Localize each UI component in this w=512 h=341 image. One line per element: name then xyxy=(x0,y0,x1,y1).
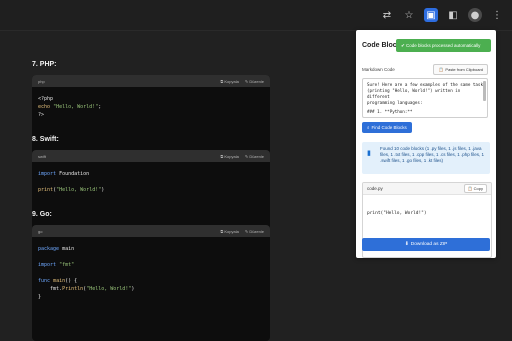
file-header: code.py 📋 Copy xyxy=(363,183,491,195)
markdown-label: Markdown Code xyxy=(362,67,395,72)
star-icon[interactable]: ☆ xyxy=(402,8,416,22)
markdown-line: ### 1. **Python:** xyxy=(367,109,413,114)
paste-clipboard-button[interactable]: 📋 Paste from Clipboard xyxy=(433,64,488,75)
chart-icon: ▮ xyxy=(367,150,371,157)
toast-text: Code blocks processed automatically xyxy=(406,43,481,48)
code-line: echo "Hello, World!"; xyxy=(38,104,102,110)
copy-code-button[interactable]: ⧉ Kopyala xyxy=(220,79,238,84)
browser-toolbar: ⇄ ☆ ▣ ◧ ● ⋮ xyxy=(0,0,512,31)
code-body: package main import "fmt" func main() { … xyxy=(32,237,270,309)
find-label: Find Code Blocks xyxy=(371,125,407,130)
section-title-go: 9. Go: xyxy=(32,211,52,218)
more-icon[interactable]: ⋮ xyxy=(490,8,504,22)
copy-label: Kopyala xyxy=(224,228,239,234)
edit-code-button[interactable]: ✎ Düzenle xyxy=(245,229,264,234)
copy-label: Copy xyxy=(473,186,483,191)
toolbar-icons: ⇄ ☆ ▣ ◧ ● ⋮ xyxy=(380,8,504,22)
code-line: import Foundation xyxy=(38,171,90,177)
edit-label: Düzenle xyxy=(249,228,264,234)
code-body: import Foundation print("Hello, World!") xyxy=(32,162,270,202)
code-line: package main xyxy=(38,246,75,252)
markdown-textarea[interactable]: Sure! Here are a few examples of the sam… xyxy=(362,78,488,118)
translate-icon[interactable]: ⇄ xyxy=(380,8,394,22)
code-line: func main() { xyxy=(38,278,78,284)
edit-code-button[interactable]: ✎ Düzenle xyxy=(245,154,264,159)
markdown-line: (printing "Hello, World!") written in di… xyxy=(367,88,461,99)
edit-label: Düzenle xyxy=(249,78,264,84)
find-code-blocks-button[interactable]: ⌕ Find Code Blocks xyxy=(362,122,412,133)
download-label: Download as ZIP xyxy=(410,242,448,247)
paste-label: Paste from Clipboard xyxy=(445,67,483,72)
section-title-swift: 8. Swift: xyxy=(32,136,59,143)
edit-label: Düzenle xyxy=(249,153,264,159)
code-line: ?> xyxy=(38,112,45,118)
code-block-header: swift ⧉ Kopyala ✎ Düzenle xyxy=(32,150,270,162)
search-icon: ⌕ xyxy=(367,125,370,130)
code-block-go: go ⧉ Kopyala ✎ Düzenle package main impo… xyxy=(32,225,270,341)
info-text: Found 10 code blocks (1 .py files, 1 .js… xyxy=(380,146,485,163)
extension-icon[interactable]: ▣ xyxy=(424,8,438,22)
copy-label: Kopyala xyxy=(224,78,239,84)
edit-code-button[interactable]: ✎ Düzenle xyxy=(245,79,264,84)
code-line: print("Hello, World!") xyxy=(38,187,105,193)
download-zip-button[interactable]: ⬇ Download as ZIP xyxy=(362,238,490,251)
copy-label: Kopyala xyxy=(224,153,239,159)
clipboard-icon: 📋 xyxy=(438,67,444,72)
copy-file-button[interactable]: 📋 Copy xyxy=(463,184,487,193)
file-name: code.py xyxy=(367,186,383,191)
extension-icon-2[interactable]: ◧ xyxy=(446,8,460,22)
code-language: php xyxy=(38,78,45,84)
file-code: print("Hello, World!") xyxy=(367,211,427,216)
copy-code-button[interactable]: ⧉ Kopyala xyxy=(220,229,238,234)
section-title-php: 7. PHP: xyxy=(32,61,57,68)
code-line: fmt.Println("Hello, World!") xyxy=(38,286,135,292)
code-block-header: go ⧉ Kopyala ✎ Düzenle xyxy=(32,225,270,237)
code-blocks-extension-panel: Code Blocks ✔ Code blocks processed auto… xyxy=(356,30,496,258)
code-block-php: php ⧉ Kopyala ✎ Düzenle <?php echo "Hell… xyxy=(32,75,270,155)
code-block-swift: swift ⧉ Kopyala ✎ Düzenle import Foundat… xyxy=(32,150,270,230)
code-line: import "fmt" xyxy=(38,262,75,268)
profile-icon[interactable]: ● xyxy=(468,8,482,22)
found-info-box: ▮ Found 10 code blocks (1 .py files, 1 .… xyxy=(362,142,490,174)
code-line: } xyxy=(38,294,42,300)
success-toast: ✔ Code blocks processed automatically xyxy=(396,39,491,52)
code-body: <?php echo "Hello, World!"; ?> xyxy=(32,87,270,127)
copy-code-button[interactable]: ⧉ Kopyala xyxy=(220,154,238,159)
code-block-header: php ⧉ Kopyala ✎ Düzenle xyxy=(32,75,270,87)
download-icon: ⬇ xyxy=(404,242,409,247)
textarea-scrollbar[interactable] xyxy=(483,81,486,101)
code-language: swift xyxy=(38,153,46,159)
code-line: <?php xyxy=(38,96,54,102)
code-language: go xyxy=(38,228,43,234)
